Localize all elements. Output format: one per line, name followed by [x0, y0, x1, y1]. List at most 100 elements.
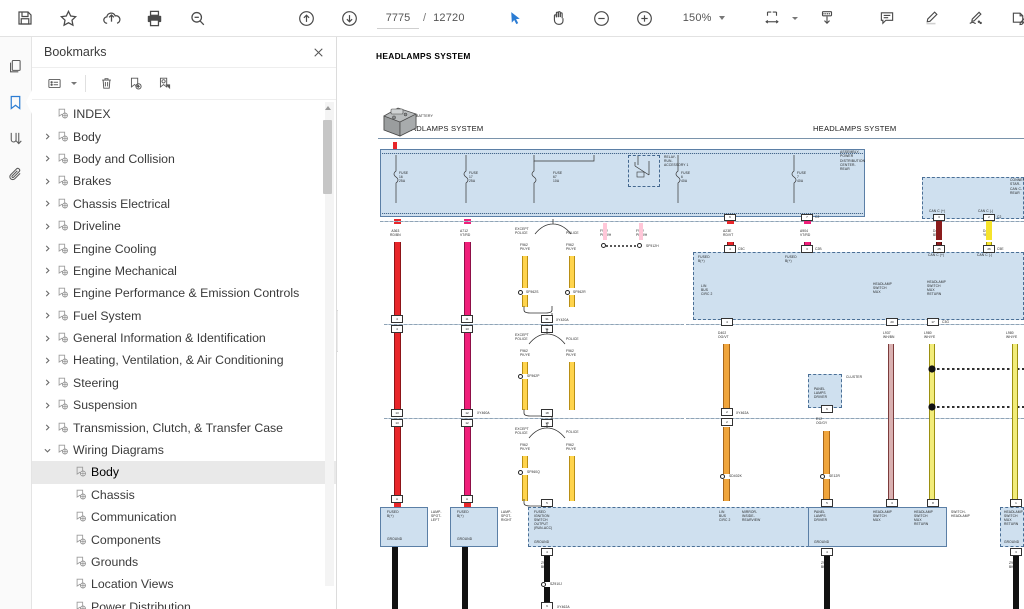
bookmark-item[interactable]: Body: [32, 125, 336, 147]
switch-headlamp-label: SWITCH- HEADLAMP: [951, 510, 970, 519]
rail-signatures-button[interactable]: [1, 120, 31, 156]
bookmark-item[interactable]: Grounds: [32, 551, 336, 573]
rail-pages-button[interactable]: [1, 48, 31, 84]
grid-dash-4: [686, 324, 1024, 325]
bookmark-item[interactable]: Engine Performance & Emission Controls: [32, 282, 336, 304]
comment-button[interactable]: [870, 1, 904, 35]
bookmark-item[interactable]: Chassis Electrical: [32, 193, 336, 215]
next-page-button[interactable]: [332, 1, 366, 35]
toolbar-layout-group: [755, 1, 844, 35]
save-button[interactable]: [8, 1, 42, 35]
signature-button[interactable]: [958, 1, 992, 35]
bookmark-item[interactable]: Body: [32, 461, 336, 484]
delete-bookmark-button[interactable]: [94, 72, 118, 96]
cloud-upload-button[interactable]: [94, 1, 128, 35]
chevron-right-icon[interactable]: [40, 401, 54, 410]
list-options-icon[interactable]: [42, 72, 66, 96]
bookmark-item[interactable]: Components: [32, 528, 336, 550]
bookmark-item[interactable]: Location Views: [32, 573, 336, 595]
bookmark-item[interactable]: Engine Mechanical: [32, 260, 336, 282]
wire-a363-lower: [394, 427, 401, 500]
stamp-button[interactable]: [1002, 1, 1024, 35]
previous-page-button[interactable]: [289, 1, 323, 35]
bookmark-item[interactable]: General Information & Identification: [32, 327, 336, 349]
grid-dash-5: [686, 418, 1024, 419]
search-button[interactable]: [180, 1, 214, 35]
wire-l980-far-right: [1012, 344, 1018, 501]
chevron-right-icon[interactable]: [40, 334, 54, 343]
bookmark-item[interactable]: Transmission, Clutch, & Transfer Case: [32, 416, 336, 438]
bookmark-item[interactable]: Driveline: [32, 215, 336, 237]
chevron-down-icon[interactable]: [40, 446, 54, 455]
chevron-right-icon[interactable]: [40, 356, 54, 365]
bookmark-item[interactable]: Body and Collision: [32, 148, 336, 170]
pin-a23e-bot: 4: [724, 245, 736, 253]
fit-page-button[interactable]: [755, 1, 789, 35]
bookmark-item[interactable]: Power Distribution: [32, 596, 336, 609]
bookmark-page-icon: [54, 422, 71, 434]
chevron-right-icon[interactable]: [40, 132, 54, 141]
page-number-input[interactable]: [377, 7, 419, 29]
chevron-right-icon[interactable]: [40, 378, 54, 387]
wire-a363-upper: [394, 242, 401, 319]
chevron-right-icon[interactable]: [40, 154, 54, 163]
branch-splitter-2: [528, 329, 566, 345]
scroll-up-arrow-icon[interactable]: [324, 106, 331, 110]
bookmark-item[interactable]: Wiring Diagrams: [32, 439, 336, 461]
chevron-right-icon[interactable]: [40, 199, 54, 208]
document-viewport[interactable]: HEADLAMPS SYSTEM HEADLAMPS SYSTEM HEADLA…: [338, 37, 1024, 609]
fused-bplus-label-1: FUSED B(+): [698, 255, 710, 264]
bookmark-item[interactable]: Fuel System: [32, 305, 336, 327]
chevron-right-icon[interactable]: [40, 244, 54, 253]
bookmark-item[interactable]: INDEX: [32, 103, 336, 125]
bookmark-item[interactable]: Brakes: [32, 170, 336, 192]
insert-page-button[interactable]: [810, 1, 844, 35]
select-tool-button[interactable]: [499, 1, 533, 35]
lamp-left-ground-wire: [392, 547, 398, 609]
chevron-right-icon[interactable]: [40, 266, 54, 275]
bookmarks-scrollbar[interactable]: [323, 102, 334, 586]
highlight-button[interactable]: [914, 1, 948, 35]
connector-star-label: CONNECTOR-STAR-CAN C-REAR: [1010, 178, 1024, 195]
bookmark-item[interactable]: Steering: [32, 372, 336, 394]
bookmarks-tree[interactable]: INDEX Body Body and Collision Brakes Chassis…: [32, 100, 336, 609]
mirror-fused-ignition-label: FUSED IGNITION SWITCH OUTPUT (RUN-ACC): [534, 510, 553, 531]
rail-bookmarks-button[interactable]: [1, 84, 32, 120]
wire-f912-a: [603, 223, 607, 240]
rail-attachments-button[interactable]: [1, 156, 31, 192]
chevron-right-icon[interactable]: [40, 311, 54, 320]
bookmark-item[interactable]: Suspension: [32, 394, 336, 416]
switch-headlamp-mux-label: HEADLAMP SWITCH MUX: [873, 510, 892, 523]
close-icon[interactable]: [309, 43, 328, 62]
pin-switch-ground: 4: [821, 548, 833, 556]
chevron-right-icon[interactable]: [40, 177, 54, 186]
favorite-button[interactable]: [51, 1, 85, 35]
bookmark-item[interactable]: Chassis: [32, 484, 336, 506]
chevron-right-icon[interactable]: [40, 222, 54, 231]
toolbar-view-group: 150%: [499, 1, 725, 35]
grid-dash-2: [384, 324, 684, 325]
bookmark-label: Engine Mechanical: [73, 263, 177, 278]
zoom-dropdown-caret-icon[interactable]: [718, 16, 725, 20]
bookmark-item[interactable]: Engine Cooling: [32, 237, 336, 259]
zoom-in-button[interactable]: [628, 1, 662, 35]
bookmark-options-caret-icon[interactable]: [71, 82, 77, 85]
wire-l980-label: L980 WH/YE: [924, 331, 936, 340]
wire-f962-label-5: F962 PK/YE: [520, 443, 531, 452]
lamp-spot-left-label: LAMP- SPOT- LEFT: [431, 510, 442, 523]
bookmark-add-icon[interactable]: [123, 72, 147, 96]
bookmark-item[interactable]: Communication: [32, 506, 336, 528]
bookmark-target-icon[interactable]: [152, 72, 176, 96]
print-button[interactable]: [137, 1, 171, 35]
page-total-label: 12720: [433, 12, 465, 24]
fit-page-dropdown-caret-icon[interactable]: [791, 16, 798, 20]
headlamp-switch-mux-return-label: HEADLAMP SWITCH MUX RETURN: [927, 280, 946, 297]
bookmark-item[interactable]: Heating, Ventilation, & Air Conditioning: [32, 349, 336, 371]
bookmark-page-icon: [72, 534, 89, 546]
chevron-right-icon[interactable]: [40, 289, 54, 298]
zoom-out-button[interactable]: [585, 1, 619, 35]
pan-tool-button[interactable]: [542, 1, 576, 35]
chevron-right-icon[interactable]: [40, 423, 54, 432]
battery-label: BATTERY: [416, 114, 433, 118]
bookmarks-scrollbar-thumb[interactable]: [323, 120, 332, 194]
